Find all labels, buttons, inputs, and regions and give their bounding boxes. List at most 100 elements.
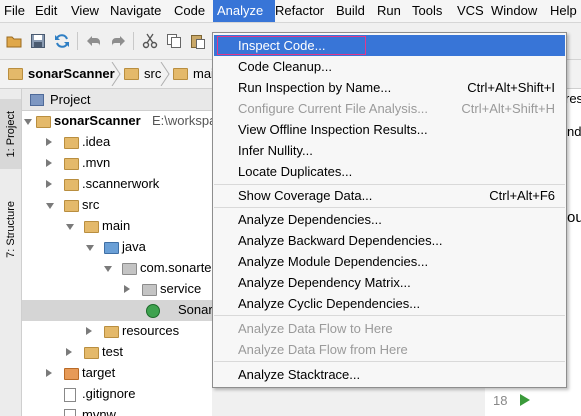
tool-window-strip: 1: Project 7: Structure	[0, 89, 22, 416]
tree-row[interactable]: .idea	[22, 132, 212, 153]
chevron-right-icon[interactable]	[46, 369, 52, 377]
folder-open-icon[interactable]	[4, 31, 24, 51]
menu-item-analyze-cyclic-dependencies[interactable]: Analyze Cyclic Dependencies...	[214, 293, 565, 314]
folder-icon	[64, 179, 79, 191]
folder-icon	[64, 200, 79, 212]
spring-class-icon	[146, 304, 160, 318]
toolbar-separator	[133, 32, 134, 50]
tree-row[interactable]: com.sonarte	[22, 258, 212, 279]
menu-item-analyze-dependencies[interactable]: Analyze Dependencies...	[214, 209, 565, 230]
breadcrumb-item-main[interactable]: mai	[173, 65, 214, 83]
file-icon	[64, 388, 76, 402]
breadcrumb-item-project[interactable]: sonarScanner	[8, 65, 115, 83]
editor-text-fragment: rest	[565, 91, 581, 106]
menu-item-show-coverage-data[interactable]: Show Coverage Data... Ctrl+Alt+F6	[214, 185, 565, 206]
menu-edit[interactable]: Edit	[31, 0, 61, 22]
menu-analyze[interactable]: Analyze	[213, 0, 275, 22]
menu-code[interactable]: Code	[170, 0, 209, 22]
menu-bar: File Edit View Navigate Code Analyze Ref…	[0, 0, 581, 23]
tab-structure[interactable]: 7: Structure	[0, 189, 21, 269]
menu-item-analyze-data-flow-from-here: Analyze Data Flow from Here	[238, 342, 408, 357]
chevron-right-icon[interactable]	[46, 159, 52, 167]
folder-icon	[173, 68, 188, 80]
editor-text-fragment: oul	[567, 209, 581, 226]
tree-row-selected[interactable]: Sonar	[22, 300, 212, 321]
menu-tools[interactable]: Tools	[408, 0, 446, 22]
menu-item-analyze-stacktrace[interactable]: Analyze Stacktrace...	[214, 364, 565, 385]
tree-row[interactable]: target	[22, 363, 212, 384]
resources-folder-icon	[104, 326, 119, 338]
chevron-right-icon[interactable]	[66, 348, 72, 356]
tree-row[interactable]: .mvn	[22, 153, 212, 174]
folder-icon	[124, 68, 139, 80]
menu-help[interactable]: Help	[546, 0, 581, 22]
menu-run[interactable]: Run	[373, 0, 405, 22]
redo-icon[interactable]	[108, 31, 128, 51]
chevron-down-icon[interactable]	[104, 266, 112, 272]
tree-row[interactable]: test	[22, 342, 212, 363]
breadcrumb-separator-icon	[160, 62, 170, 86]
menu-window[interactable]: Window	[487, 0, 541, 22]
menu-refactor[interactable]: Refactor	[271, 0, 328, 22]
menu-item-analyze-backward-dependencies[interactable]: Analyze Backward Dependencies...	[214, 230, 565, 251]
tree-row[interactable]: src	[22, 195, 212, 216]
menu-item-locate-duplicates[interactable]: Locate Duplicates...	[214, 161, 565, 182]
menu-item-code-cleanup[interactable]: Code Cleanup...	[214, 56, 565, 77]
breadcrumb-separator-icon	[111, 62, 121, 86]
copy-icon[interactable]	[164, 31, 184, 51]
menu-navigate[interactable]: Navigate	[106, 0, 165, 22]
tree-row[interactable]: resources	[22, 321, 212, 342]
tree-row[interactable]: java	[22, 237, 212, 258]
folder-icon	[64, 137, 79, 149]
folder-icon	[8, 68, 23, 80]
menu-item-run-inspection-by-name[interactable]: Run Inspection by Name... Ctrl+Alt+Shift…	[214, 77, 565, 98]
excluded-folder-icon	[64, 368, 79, 380]
project-icon	[30, 94, 44, 106]
menu-build[interactable]: Build	[332, 0, 369, 22]
tree-row-root[interactable]: sonarScanner E:\workspa	[22, 111, 212, 132]
save-icon[interactable]	[28, 31, 48, 51]
menu-item-infer-nullity[interactable]: Infer Nullity...	[214, 140, 565, 161]
menu-item-analyze-data-flow-to-here: Analyze Data Flow to Here	[238, 321, 393, 336]
paste-icon[interactable]	[188, 31, 208, 51]
folder-icon	[84, 221, 99, 233]
run-icon[interactable]	[519, 393, 531, 407]
chevron-right-icon[interactable]	[46, 138, 52, 146]
line-number: 18	[493, 393, 508, 408]
cut-icon[interactable]	[140, 31, 160, 51]
chevron-down-icon[interactable]	[66, 224, 74, 230]
chevron-down-icon[interactable]	[24, 119, 32, 125]
sync-icon[interactable]	[52, 31, 72, 51]
chevron-down-icon[interactable]	[46, 203, 54, 209]
project-panel-header: Project	[22, 89, 212, 111]
undo-icon[interactable]	[84, 31, 104, 51]
tree-row[interactable]: .scannerwork	[22, 174, 212, 195]
chevron-right-icon[interactable]	[124, 285, 130, 293]
menu-separator	[214, 361, 565, 362]
package-icon	[122, 263, 137, 275]
breadcrumb-item-src[interactable]: src	[124, 65, 161, 83]
menu-item-analyze-dependency-matrix[interactable]: Analyze Dependency Matrix...	[214, 272, 565, 293]
menu-item-inspect-code[interactable]: Inspect Code...	[214, 35, 565, 56]
source-folder-icon	[104, 242, 119, 254]
editor-text-fragment: nde	[567, 124, 581, 139]
chevron-down-icon[interactable]	[86, 245, 94, 251]
tree-row[interactable]: .gitignore	[22, 384, 212, 405]
analyze-menu: Inspect Code... Code Cleanup... Run Insp…	[212, 32, 567, 388]
chevron-right-icon[interactable]	[46, 180, 52, 188]
tree-row[interactable]: main	[22, 216, 212, 237]
menu-vcs[interactable]: VCS	[453, 0, 488, 22]
menu-view[interactable]: View	[67, 0, 103, 22]
folder-icon	[36, 116, 51, 128]
menu-item-analyze-module-dependencies[interactable]: Analyze Module Dependencies...	[214, 251, 565, 272]
package-icon	[142, 284, 157, 296]
tree-row[interactable]: service	[22, 279, 212, 300]
tree-row[interactable]: mvnw	[22, 405, 212, 416]
folder-icon	[64, 158, 79, 170]
menu-file[interactable]: File	[0, 0, 29, 22]
tab-project[interactable]: 1: Project	[0, 99, 21, 169]
folder-icon	[84, 347, 99, 359]
menu-separator	[214, 315, 565, 316]
chevron-right-icon[interactable]	[86, 327, 92, 335]
menu-item-view-offline-inspection-results[interactable]: View Offline Inspection Results...	[214, 119, 565, 140]
